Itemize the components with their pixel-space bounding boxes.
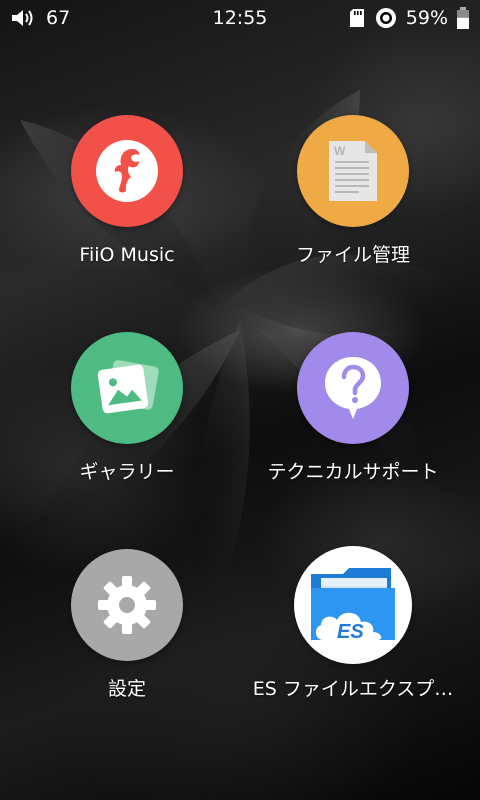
- gallery-image-icon[interactable]: [71, 332, 183, 444]
- battery-percent: 59%: [405, 7, 448, 29]
- sd-card-icon: [348, 7, 366, 29]
- app-label-fiio-music: FiiO Music: [79, 244, 175, 266]
- app-label-settings: 設定: [107, 678, 146, 700]
- app-fiio-music[interactable]: FiiO Music: [27, 115, 227, 267]
- status-left: 67: [10, 0, 70, 36]
- clock: 12:55: [212, 7, 268, 29]
- home-screen: 67 12:55 59% FiiO Music W ファイル管理 ギャラリー テ…: [0, 0, 480, 800]
- svg-text:W: W: [334, 144, 346, 158]
- app-label-es-file-explorer: ES ファイルエクスプ…: [252, 678, 454, 700]
- app-label-technical-support: テクニカルサポート: [267, 461, 439, 483]
- app-gallery[interactable]: ギャラリー: [27, 332, 227, 484]
- app-technical-support[interactable]: テクニカルサポート: [253, 332, 453, 484]
- status-right: 59%: [348, 0, 470, 36]
- speaker-volume-icon: [10, 7, 36, 29]
- battery-icon: [456, 6, 470, 30]
- status-bar: 67 12:55 59%: [0, 0, 480, 36]
- battery-fill: [457, 17, 469, 29]
- app-label-gallery: ギャラリー: [79, 461, 175, 483]
- fiio-music-icon[interactable]: [71, 115, 183, 227]
- svg-text:ES: ES: [337, 621, 364, 643]
- app-file-manager[interactable]: W ファイル管理: [253, 115, 453, 267]
- es-file-explorer-icon[interactable]: ES: [294, 546, 412, 664]
- volume-level: 67: [46, 7, 71, 29]
- circle-badge-icon: [374, 6, 398, 30]
- settings-gear-icon[interactable]: [71, 549, 183, 661]
- app-label-file-manager: ファイル管理: [295, 244, 410, 266]
- help-question-icon[interactable]: [297, 332, 409, 444]
- app-settings[interactable]: 設定: [27, 549, 227, 701]
- file-document-icon[interactable]: W: [297, 115, 409, 227]
- app-es-file-explorer[interactable]: ES ES ファイルエクスプ…: [252, 546, 454, 701]
